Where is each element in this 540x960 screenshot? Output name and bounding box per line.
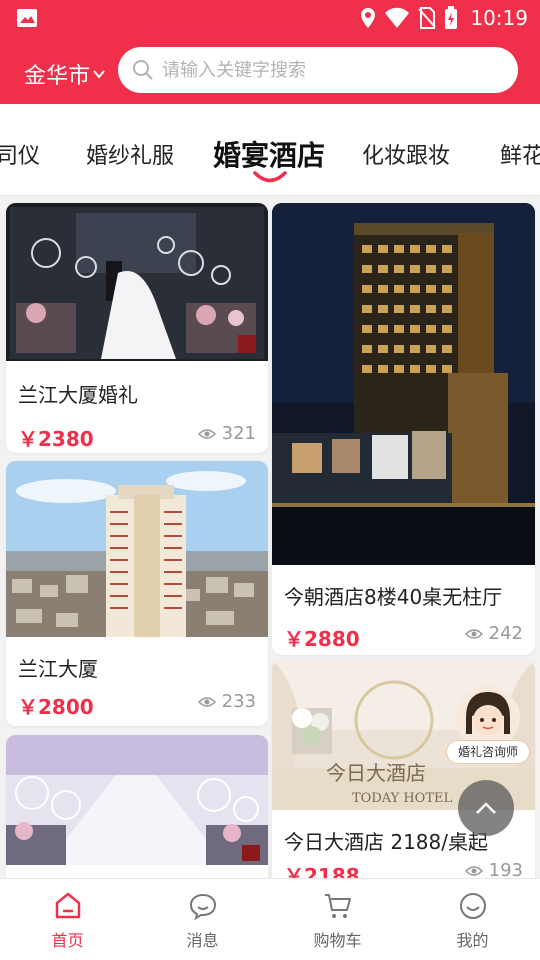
- message-icon: [189, 893, 216, 921]
- tab-makeup[interactable]: 化妆跟妆: [362, 138, 450, 170]
- tab-banquet-hotel[interactable]: 婚宴酒店: [213, 134, 325, 174]
- listing-card[interactable]: 兰江大厦 ￥2800 233: [6, 461, 268, 726]
- eye-icon: [197, 696, 216, 707]
- search-icon: [133, 60, 153, 80]
- eye-icon: [464, 865, 483, 876]
- listing-price: ￥2188: [284, 864, 360, 878]
- nav-cart-label: 购物车: [313, 931, 362, 950]
- listing-price: ￥2800: [18, 695, 94, 719]
- nav-home-label: 首页: [51, 931, 84, 950]
- battery-icon: [445, 6, 458, 29]
- city-selector[interactable]: 金华市: [24, 58, 106, 90]
- tab-host[interactable]: 司仪: [0, 138, 40, 170]
- view-count: 193: [464, 860, 523, 878]
- listing-feed[interactable]: 兰江大厦婚礼 ￥2380 321 今朝酒店8楼40桌无柱厅 ￥2880 242 …: [0, 197, 540, 878]
- city-label: 金华市: [24, 64, 91, 89]
- gallery-icon: [17, 9, 37, 27]
- nav-messages-label: 消息: [186, 931, 219, 950]
- listing-price: ￥2380: [18, 427, 94, 451]
- listing-photo: [6, 203, 268, 361]
- view-count-value: 242: [488, 623, 523, 644]
- listing-title: 今朝酒店8楼40桌无柱厅: [284, 585, 503, 609]
- nav-profile[interactable]: 我的: [405, 879, 540, 960]
- search-bar[interactable]: [118, 47, 518, 93]
- listing-title: 今日大酒店 2188/桌起: [284, 830, 488, 854]
- cart-icon: [324, 894, 351, 918]
- listing-photo: [272, 203, 535, 565]
- bottom-nav: 首页 消息 购物车 我的: [0, 878, 540, 960]
- back-to-top-button[interactable]: [458, 780, 514, 836]
- view-count-value: 233: [221, 691, 256, 712]
- listing-card[interactable]: 兰江大厦婚礼 ￥2380 321: [6, 203, 268, 453]
- listing-card[interactable]: 今朝酒店8楼40桌无柱厅 ￥2880 242: [272, 203, 535, 655]
- view-count-value: 321: [221, 423, 256, 444]
- listing-photo: [6, 461, 268, 637]
- status-time: 10:19: [470, 6, 528, 30]
- app-header: 10:19 金华市: [0, 0, 540, 104]
- nav-cart[interactable]: 购物车: [270, 879, 405, 960]
- active-tab-indicator: [253, 171, 287, 183]
- location-icon: [361, 8, 376, 28]
- listing-card[interactable]: [6, 735, 268, 878]
- view-count: 242: [464, 623, 523, 644]
- tab-flowers[interactable]: 鲜花: [500, 138, 540, 170]
- wifi-icon: [385, 7, 410, 28]
- home-icon: [55, 892, 80, 919]
- search-input[interactable]: [162, 59, 492, 81]
- profile-icon: [459, 893, 486, 919]
- consultant-label[interactable]: 婚礼咨询师: [446, 740, 530, 764]
- listing-photo: [6, 735, 268, 865]
- hotel-sign-en: TODAY HOTEL: [352, 791, 452, 806]
- view-count-value: 193: [488, 860, 523, 878]
- listing-title: 兰江大厦婚礼: [18, 383, 138, 407]
- eye-icon: [197, 428, 216, 439]
- listing-title: 兰江大厦: [18, 657, 98, 681]
- nav-messages[interactable]: 消息: [135, 879, 270, 960]
- nav-home[interactable]: 首页: [0, 879, 135, 960]
- listing-price: ￥2880: [284, 627, 360, 651]
- tab-bridal-wear[interactable]: 婚纱礼服: [86, 138, 174, 170]
- chevron-down-icon: [93, 70, 105, 79]
- hotel-sign-cn: 今日大酒店: [326, 761, 426, 785]
- chevron-up-icon: [476, 802, 496, 814]
- nav-profile-label: 我的: [456, 931, 489, 950]
- eye-icon: [464, 628, 483, 639]
- view-count: 233: [197, 691, 256, 712]
- no-sim-icon: [418, 7, 437, 29]
- view-count: 321: [197, 423, 256, 444]
- status-bar: 10:19: [0, 0, 540, 36]
